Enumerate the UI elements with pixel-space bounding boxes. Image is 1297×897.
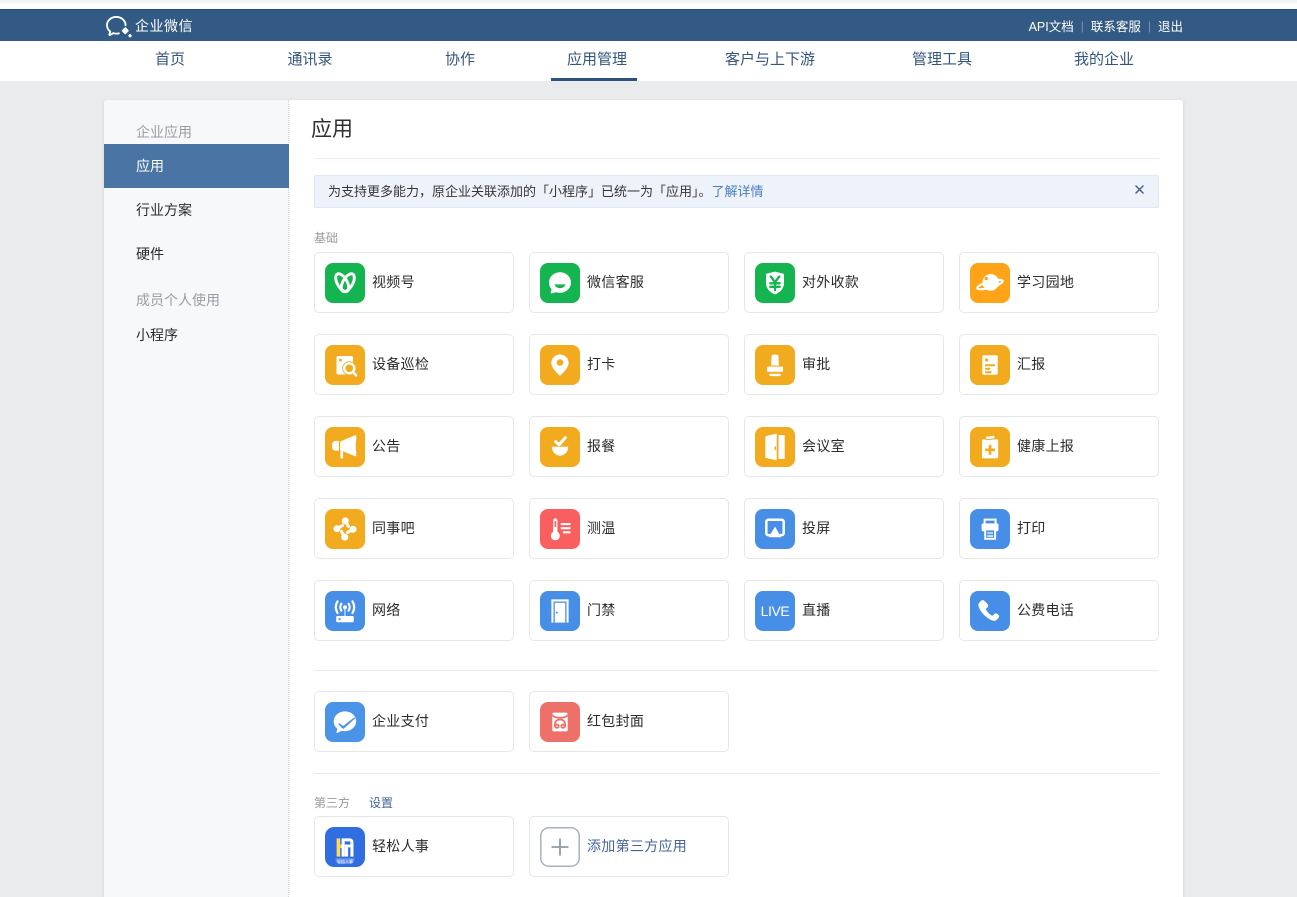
- svg-text:轻松人事: 轻松人事: [337, 858, 353, 864]
- svg-text:LIVE: LIVE: [761, 603, 790, 619]
